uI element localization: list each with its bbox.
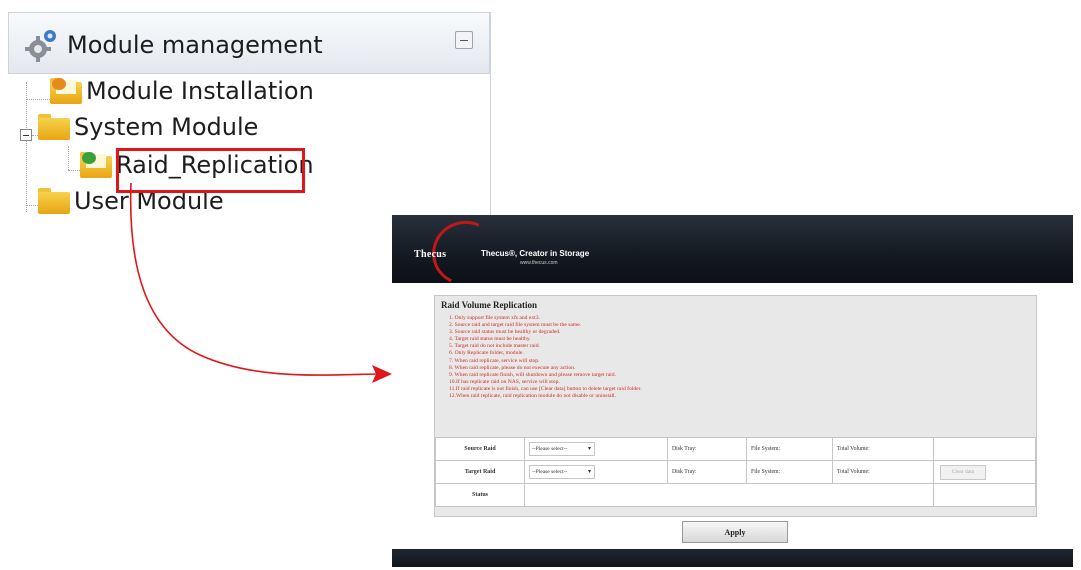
module-folder-icon: [80, 152, 114, 178]
status-row: Status: [435, 483, 1036, 507]
file-system-label: File System:: [746, 460, 833, 484]
module-tree-panel: Module management Module Installation Sy…: [8, 12, 491, 228]
raid-replication-window: Thecus Thecus®, Creator in Storage www.t…: [392, 215, 1073, 567]
disk-tray-label: Disk Tray:: [667, 437, 747, 461]
section-title: Raid Volume Replication: [441, 300, 538, 310]
note-item: 10.If has replicate raid on NAS, service…: [449, 378, 560, 385]
target-raid-label: Target Raid: [435, 460, 525, 484]
folder-icon: [38, 188, 72, 214]
select-value: --Please select--: [532, 469, 568, 475]
tree-title: Module management: [67, 31, 323, 59]
brand-logo: Thecus: [414, 249, 447, 260]
brand-tagline: Thecus®, Creator in Storage: [481, 249, 590, 258]
gear-icon: [25, 30, 56, 62]
window-header: Thecus Thecus®, Creator in Storage www.t…: [392, 215, 1073, 283]
source-raid-select[interactable]: --Please select-- ▾: [529, 442, 595, 456]
tree-connector: [26, 82, 27, 212]
note-item: 6. Only Replicate folder, module.: [449, 350, 524, 357]
replication-panel: Raid Volume Replication 1. Only support …: [434, 295, 1037, 517]
source-raid-row: Source Raid --Please select-- ▾ Disk Tra…: [435, 437, 1036, 461]
notes-list: 1. Only support file system xfs and ext3…: [449, 315, 642, 400]
target-raid-row: Target Raid --Please select-- ▾ Disk Tra…: [435, 460, 1036, 484]
tree-connector: [68, 146, 69, 170]
tree-item-label: System Module: [74, 113, 259, 141]
note-item: 7. When raid replicate, service will sto…: [449, 357, 540, 364]
file-system-label: File System:: [746, 437, 833, 461]
chevron-down-icon: ▾: [587, 446, 591, 452]
tree-connector: [26, 99, 50, 100]
tree-item-label: Module Installation: [86, 77, 314, 105]
tree-item-system-module[interactable]: System Module: [38, 110, 258, 144]
tree-header: Module management: [8, 12, 490, 74]
brand-website: www.thecus.com: [520, 260, 558, 266]
note-item: 11.If raid replicate is not finish, can …: [449, 385, 642, 392]
select-value: --Please select--: [532, 446, 568, 452]
note-item: 4. Target raid status must be healthy.: [449, 336, 531, 343]
chevron-down-icon: ▾: [587, 469, 591, 475]
tree-item-module-installation[interactable]: Module Installation: [50, 74, 314, 108]
note-item: 2. Source raid and target raid file syst…: [449, 322, 582, 329]
note-item: 3. Source raid status must be healthy or…: [449, 329, 561, 336]
replication-form: Source Raid --Please select-- ▾ Disk Tra…: [435, 437, 1036, 507]
disk-tray-label: Disk Tray:: [667, 460, 747, 484]
highlight-box: [116, 148, 305, 193]
status-value: [524, 483, 934, 507]
note-item: 8. When raid replicate, please do not ex…: [449, 364, 576, 371]
source-raid-label: Source Raid: [435, 437, 525, 461]
window-footer: [392, 549, 1073, 567]
module-folder-icon: [50, 78, 84, 104]
status-label: Status: [435, 483, 525, 507]
total-volume-label: Total Volume:: [832, 460, 934, 484]
total-volume-label: Total Volume:: [832, 437, 934, 461]
folder-icon: [38, 114, 72, 140]
note-item: 9. When raid replicate finish, will shut…: [449, 371, 616, 378]
clear-data-button[interactable]: Clear data: [940, 464, 986, 480]
note-item: 12.When raid replicate, raid replication…: [449, 393, 616, 400]
target-raid-select[interactable]: --Please select-- ▾: [529, 465, 595, 479]
apply-button[interactable]: Apply: [682, 521, 788, 543]
expand-toggle-icon[interactable]: [20, 129, 32, 141]
collapse-button[interactable]: [455, 31, 473, 49]
